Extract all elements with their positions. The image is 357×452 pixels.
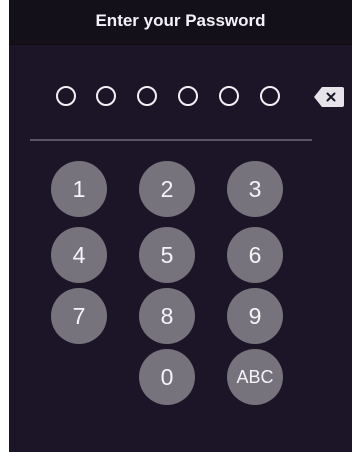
- key-abc[interactable]: ABC: [227, 349, 283, 405]
- backspace-button[interactable]: [313, 86, 345, 108]
- pin-dot-5: [219, 86, 239, 106]
- header-bar: Enter your Password: [9, 0, 352, 45]
- password-screen: Enter your Password 1 2 3 4 5 6 7 8 9 0 …: [9, 0, 352, 452]
- key-9[interactable]: 9: [227, 288, 283, 344]
- key-8[interactable]: 8: [139, 288, 195, 344]
- pin-dot-6: [260, 86, 280, 106]
- key-6[interactable]: 6: [227, 227, 283, 283]
- pin-dot-2: [96, 86, 116, 106]
- key-5[interactable]: 5: [139, 227, 195, 283]
- key-4[interactable]: 4: [51, 227, 107, 283]
- page-title: Enter your Password: [95, 11, 266, 30]
- pin-dot-4: [178, 86, 198, 106]
- key-3[interactable]: 3: [227, 161, 283, 217]
- key-0[interactable]: 0: [139, 349, 195, 405]
- divider: [30, 139, 312, 141]
- pin-dot-1: [56, 86, 76, 106]
- backspace-icon: [314, 87, 344, 107]
- pin-dot-3: [137, 86, 157, 106]
- key-1[interactable]: 1: [51, 161, 107, 217]
- key-7[interactable]: 7: [51, 288, 107, 344]
- key-2[interactable]: 2: [139, 161, 195, 217]
